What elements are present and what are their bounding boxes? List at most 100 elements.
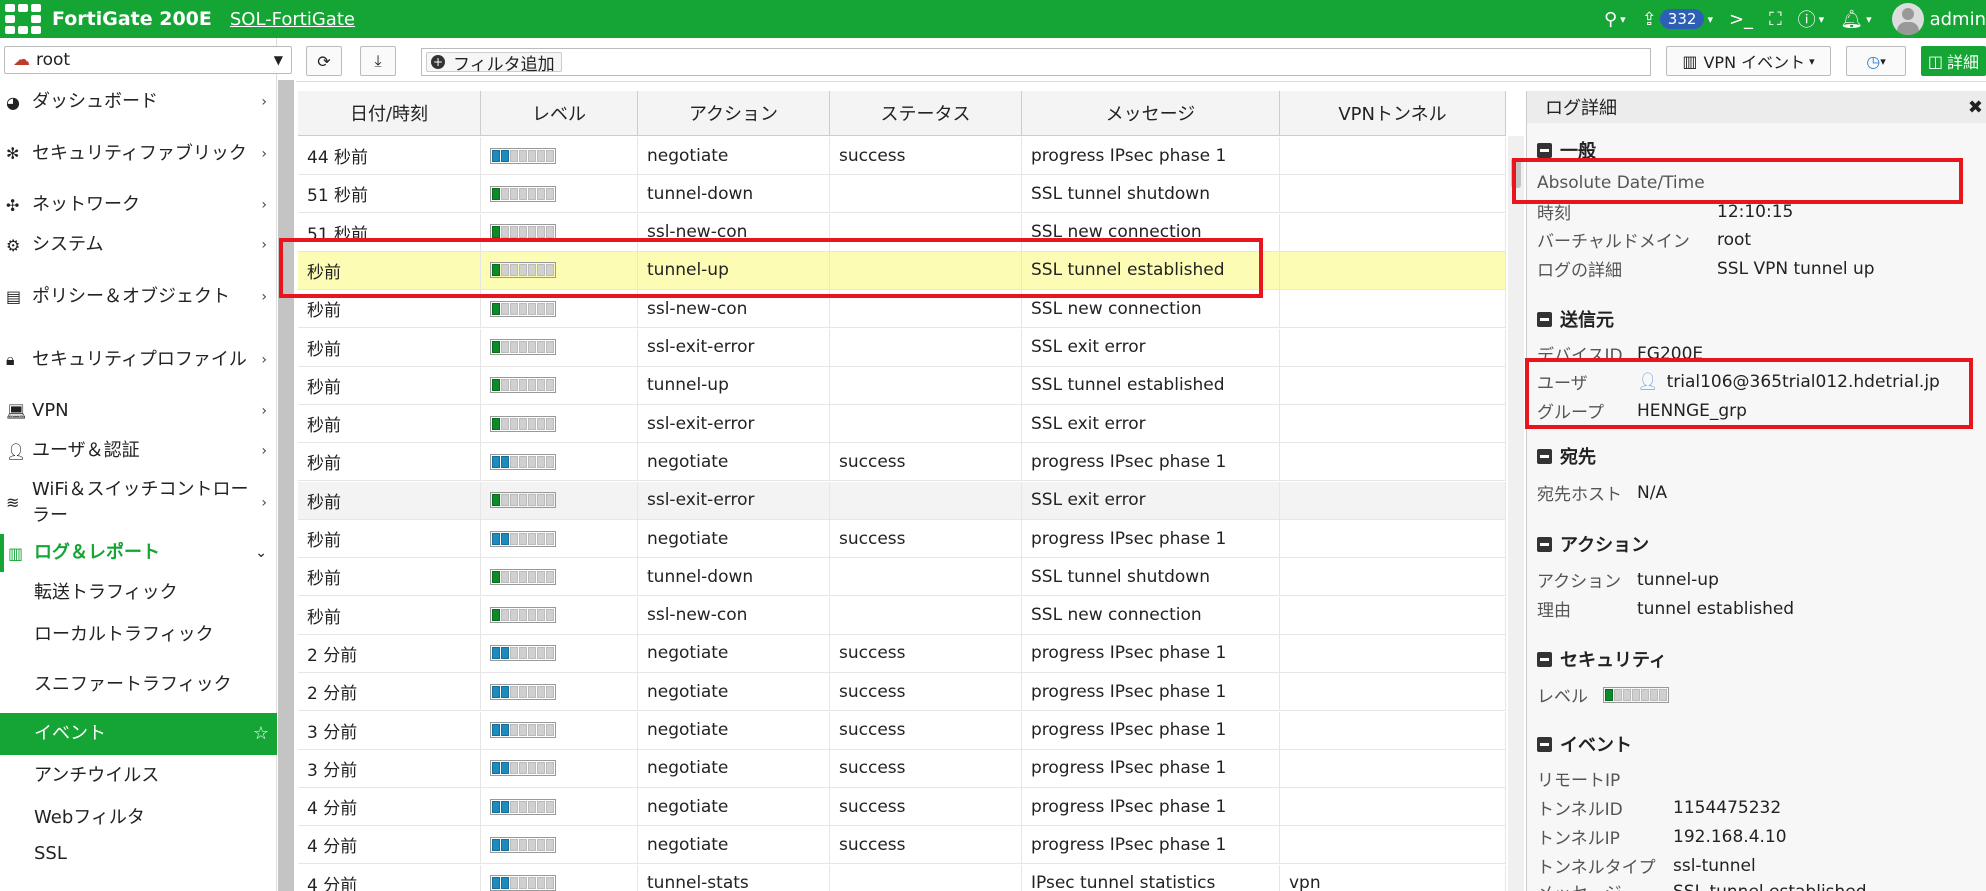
- cell-level: [481, 175, 638, 213]
- table-row[interactable]: 51 秒前 tunnel-down SSL tunnel shutdown: [298, 175, 1506, 214]
- star-icon[interactable]: ☆: [253, 721, 269, 747]
- sidebar-item-6[interactable]: 💻︎ VPN ›: [0, 391, 277, 431]
- vpn-events-dropdown[interactable]: ▥ VPN イベント ▾: [1666, 46, 1831, 76]
- table-row[interactable]: 4 分前 negotiate success progress IPsec phase…: [298, 788, 1506, 827]
- sidebar-subitem-5[interactable]: Webフィルタ: [0, 797, 277, 839]
- sidebar-item-5[interactable]: 🔒︎ セキュリティプロファイル ›: [0, 328, 277, 391]
- sidebar-scrollbar[interactable]: [278, 80, 294, 891]
- download-button[interactable]: ⤓: [360, 46, 396, 76]
- cell-time: 4 分前: [298, 826, 481, 864]
- upload-icon[interactable]: ⇪ 332 ▾: [1642, 9, 1713, 30]
- table-row[interactable]: 秒前 negotiate success progress IPsec phase 1: [298, 520, 1506, 558]
- cell-level: [481, 366, 638, 404]
- field-label: トンネルID: [1537, 800, 1623, 820]
- log-table: 日付/時刻 レベル アクション ステータス メッセージ VPNトンネル 44 秒前 nego…: [298, 91, 1506, 891]
- column-header-1[interactable]: レベル: [481, 91, 638, 135]
- table-row[interactable]: 秒前 tunnel-up SSL tunnel established: [298, 366, 1506, 405]
- filter-bar[interactable]: + フィルタ追加: [421, 48, 1651, 76]
- cell-vpn: [1280, 634, 1506, 672]
- table-scrollbar[interactable]: [1508, 136, 1524, 891]
- field-label: 理由: [1537, 601, 1571, 621]
- cell-level: [481, 788, 638, 826]
- section-destination[interactable]: 宛先: [1537, 443, 1596, 469]
- username[interactable]: admin: [1930, 9, 1986, 30]
- table-row[interactable]: 秒前 ssl-exit-error SSL exit error: [298, 481, 1506, 520]
- table-row[interactable]: 秒前 tunnel-down SSL tunnel shutdown: [298, 558, 1506, 597]
- table-row[interactable]: 秒前 ssl-exit-error SSL exit error: [298, 405, 1506, 444]
- sidebar-item-7[interactable]: 👤︎ ユーザ＆認証 ›: [0, 431, 277, 471]
- sidebar-subitem-label: アンチウイルス: [34, 765, 160, 786]
- table-row[interactable]: 44 秒前 negotiate success progress IPsec phas…: [298, 137, 1506, 175]
- sidebar-item-2[interactable]: ✣ ネットワーク ›: [0, 185, 277, 225]
- sidebar-item-8[interactable]: ≋ WiFi＆スイッチコントローラー ›: [0, 471, 277, 534]
- chevron-right-icon: ›: [261, 288, 267, 305]
- details-button[interactable]: ◫ 詳細: [1921, 46, 1986, 76]
- sidebar-item-label: ユーザ＆認証: [32, 440, 140, 461]
- section-security[interactable]: セキュリティ: [1537, 646, 1667, 672]
- section-title: 宛先: [1560, 447, 1596, 468]
- sidebar-item-1[interactable]: ✻ セキュリティファブリック ›: [0, 122, 277, 185]
- column-header-2[interactable]: アクション: [638, 91, 830, 135]
- time-range-dropdown[interactable]: ◷ ▾: [1846, 46, 1906, 76]
- section-event[interactable]: イベント: [1537, 731, 1632, 757]
- sidebar-item-4[interactable]: ▤ ポリシー＆オブジェクト ›: [0, 265, 277, 328]
- chevron-right-icon: ›: [261, 403, 267, 419]
- chevron-right-icon: ›: [261, 94, 267, 110]
- search-icon[interactable]: ⚲ ▾: [1604, 9, 1626, 30]
- field-label: トンネルIP: [1537, 829, 1620, 849]
- cell-message: SSL tunnel shutdown: [1022, 175, 1280, 213]
- sidebar-subitem-2[interactable]: スニファートラフィック: [0, 656, 277, 713]
- table-row[interactable]: 秒前 ssl-exit-error SSL exit error: [298, 328, 1506, 367]
- table-row[interactable]: 秒前 ssl-new-con SSL new connection: [298, 596, 1506, 635]
- help-icon[interactable]: ⓘ ▾: [1798, 6, 1825, 32]
- field-label: リモートIP: [1537, 771, 1621, 791]
- fullscreen-icon[interactable]: ⛶: [1769, 9, 1782, 30]
- section-source[interactable]: 送信元: [1537, 306, 1614, 332]
- table-row[interactable]: 3 分前 negotiate success progress IPsec phase…: [298, 711, 1506, 750]
- nav-menu: ◕ ダッシュボード › ✻ セキュリティファブリック › ✣ ネットワーク › ⚙ システム › ▤ ポリ…: [0, 82, 277, 869]
- table-row[interactable]: 秒前 negotiate success progress IPsec phase 1: [298, 443, 1506, 482]
- refresh-button[interactable]: ⟳: [306, 46, 342, 76]
- column-header-0[interactable]: 日付/時刻: [298, 91, 481, 135]
- cell-vpn: [1280, 520, 1506, 557]
- sidebar-subitem-4[interactable]: アンチウイルス: [0, 755, 277, 797]
- field-value: tunnel established: [1637, 598, 1795, 619]
- log-details-panel: ログ詳細 ✖ 一般 Absolute Date/Time 時刻 12:10:15 バ…: [1526, 91, 1986, 891]
- column-header-4[interactable]: メッセージ: [1022, 91, 1280, 135]
- table-row[interactable]: 2 分前 negotiate success progress IPsec phase…: [298, 673, 1506, 712]
- cell-action: negotiate: [638, 711, 830, 749]
- close-icon[interactable]: ✖: [1968, 97, 1983, 118]
- vdom-select[interactable]: ☁ root ▼: [4, 46, 292, 74]
- column-header-3[interactable]: ステータス: [830, 91, 1022, 135]
- cell-level: [481, 673, 638, 711]
- column-header-5[interactable]: VPNトンネル: [1280, 91, 1506, 135]
- bell-icon[interactable]: 🔔︎ ▾: [1840, 9, 1871, 30]
- field-label: 宛先ホスト: [1537, 485, 1622, 505]
- sidebar-subitem-6[interactable]: SSL: [0, 839, 277, 869]
- cli-icon[interactable]: >_: [1729, 9, 1753, 30]
- table-row[interactable]: 3 分前 negotiate success progress IPsec phase…: [298, 749, 1506, 788]
- sidebar-subitem-0[interactable]: 転送トラフィック: [0, 572, 277, 614]
- table-row[interactable]: 4 分前 negotiate success progress IPsec phase…: [298, 826, 1506, 865]
- table-row[interactable]: 4 分前 tunnel-stats IPsec tunnel statistics v…: [298, 864, 1506, 891]
- fortinet-logo-icon[interactable]: [0, 0, 46, 38]
- sidebar-item-3[interactable]: ⚙ システム ›: [0, 225, 277, 265]
- cell-vpn: [1280, 826, 1506, 864]
- table-row[interactable]: 2 分前 negotiate success progress IPsec phase…: [298, 634, 1506, 673]
- sidebar-subitem-1[interactable]: ローカルトラフィック: [0, 614, 277, 656]
- sidebar-item-label: ダッシュボード: [32, 91, 158, 112]
- field-tunnel-id: トンネルID 1154475232: [1537, 795, 1781, 821]
- sidebar-subitem-3[interactable]: イベント ☆: [0, 713, 277, 755]
- sidebar-item-log-report[interactable]: ▥ ログ＆レポート ⌄: [0, 534, 277, 572]
- hostname-link[interactable]: SOL-FortiGate: [230, 9, 355, 30]
- cell-level: [481, 328, 638, 366]
- cell-status: [830, 175, 1022, 213]
- chevron-down-icon: ▼: [273, 53, 283, 67]
- add-filter-button[interactable]: + フィルタ追加: [426, 52, 562, 75]
- cell-vpn: [1280, 596, 1506, 634]
- sidebar-item-0[interactable]: ◕ ダッシュボード ›: [0, 82, 277, 122]
- user-avatar[interactable]: [1891, 3, 1924, 35]
- field-value: SSL VPN tunnel up: [1717, 258, 1875, 279]
- section-action[interactable]: アクション: [1537, 531, 1649, 557]
- field-label: ログの詳細: [1537, 261, 1622, 281]
